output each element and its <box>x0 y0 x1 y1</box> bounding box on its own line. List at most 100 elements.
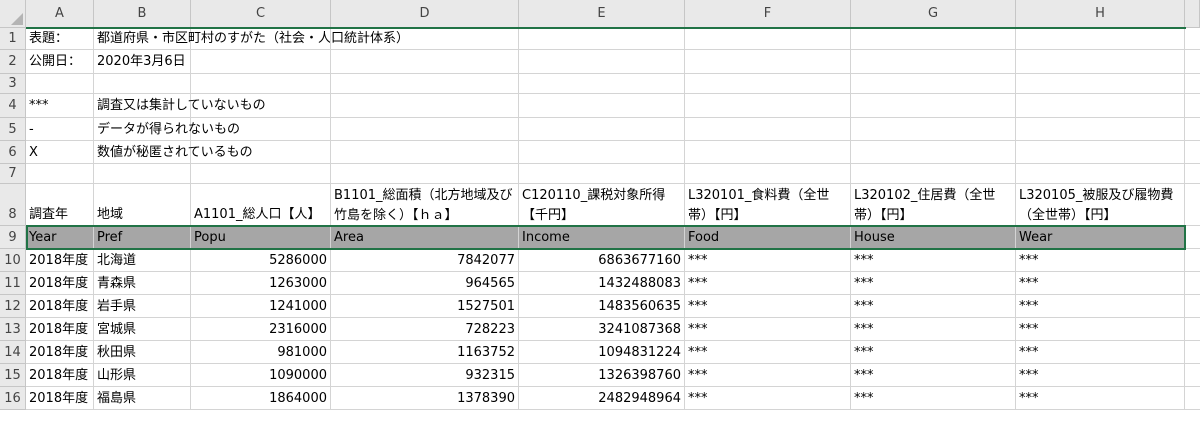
row-header-15[interactable]: 15 <box>0 364 26 387</box>
column-header-e[interactable]: E <box>519 0 685 28</box>
cell-i7[interactable] <box>1185 164 1200 184</box>
cell-b15[interactable]: 山形県 <box>94 364 191 387</box>
cell-h13[interactable]: *** <box>1016 318 1185 341</box>
cell-c10[interactable]: 5286000 <box>191 249 331 272</box>
cell-d3[interactable] <box>331 74 519 94</box>
cell-f2[interactable] <box>685 50 851 74</box>
column-header-i[interactable] <box>1185 0 1200 28</box>
cell-g9[interactable]: House <box>851 226 1016 249</box>
select-all-corner[interactable] <box>0 0 26 28</box>
cell-b16[interactable]: 福島県 <box>94 387 191 410</box>
cell-e11[interactable]: 1432488083 <box>519 272 685 295</box>
cell-a1[interactable]: 表題： <box>26 28 94 50</box>
cell-f13[interactable]: *** <box>685 318 851 341</box>
cell-h4[interactable] <box>1016 94 1185 118</box>
cell-c4[interactable] <box>191 94 331 118</box>
cell-f1[interactable] <box>685 28 851 50</box>
cell-f8[interactable]: L320101_食料費（全世帯）【円】 <box>685 184 851 226</box>
cell-d15[interactable]: 932315 <box>331 364 519 387</box>
cell-i11[interactable] <box>1185 272 1200 295</box>
cell-d14[interactable]: 1163752 <box>331 341 519 364</box>
cell-b7[interactable] <box>94 164 191 184</box>
cell-e3[interactable] <box>519 74 685 94</box>
cell-f11[interactable]: *** <box>685 272 851 295</box>
cell-e1[interactable] <box>519 28 685 50</box>
cell-a16[interactable]: 2018年度 <box>26 387 94 410</box>
row-header-11[interactable]: 11 <box>0 272 26 295</box>
cell-g12[interactable]: *** <box>851 295 1016 318</box>
row-header-8[interactable]: 8 <box>0 184 26 226</box>
cell-f15[interactable]: *** <box>685 364 851 387</box>
cell-h1[interactable] <box>1016 28 1185 50</box>
cell-h9[interactable]: Wear <box>1016 226 1185 249</box>
cell-c14[interactable]: 981000 <box>191 341 331 364</box>
cell-d13[interactable]: 728223 <box>331 318 519 341</box>
cell-c11[interactable]: 1263000 <box>191 272 331 295</box>
cell-h10[interactable]: *** <box>1016 249 1185 272</box>
cell-g2[interactable] <box>851 50 1016 74</box>
cell-f3[interactable] <box>685 74 851 94</box>
row-header-5[interactable]: 5 <box>0 118 26 141</box>
cell-c6[interactable] <box>191 141 331 164</box>
cell-b6[interactable]: 数値が秘匿されているもの <box>94 141 253 164</box>
cell-h2[interactable] <box>1016 50 1185 74</box>
cell-i12[interactable] <box>1185 295 1200 318</box>
cell-a6[interactable]: X <box>26 141 94 164</box>
cell-h12[interactable]: *** <box>1016 295 1185 318</box>
cell-g13[interactable]: *** <box>851 318 1016 341</box>
cell-a5[interactable]: - <box>26 118 94 141</box>
cell-c12[interactable]: 1241000 <box>191 295 331 318</box>
cell-f12[interactable]: *** <box>685 295 851 318</box>
cell-c16[interactable]: 1864000 <box>191 387 331 410</box>
cell-a4[interactable]: *** <box>26 94 94 118</box>
cell-i13[interactable] <box>1185 318 1200 341</box>
cell-a9[interactable]: Year <box>26 226 94 249</box>
column-header-f[interactable]: F <box>685 0 851 28</box>
cell-d1[interactable] <box>331 28 519 50</box>
cell-i14[interactable] <box>1185 341 1200 364</box>
row-header-14[interactable]: 14 <box>0 341 26 364</box>
cell-i16[interactable] <box>1185 387 1200 410</box>
cell-b11[interactable]: 青森県 <box>94 272 191 295</box>
cell-f5[interactable] <box>685 118 851 141</box>
cell-a3[interactable] <box>26 74 94 94</box>
cell-i9[interactable] <box>1185 226 1200 249</box>
cell-e5[interactable] <box>519 118 685 141</box>
cell-d16[interactable]: 1378390 <box>331 387 519 410</box>
cell-h7[interactable] <box>1016 164 1185 184</box>
row-header-13[interactable]: 13 <box>0 318 26 341</box>
column-header-b[interactable]: B <box>94 0 191 28</box>
cell-c15[interactable]: 1090000 <box>191 364 331 387</box>
cell-g8[interactable]: L320102_住居費（全世帯）【円】 <box>851 184 1016 226</box>
cell-d10[interactable]: 7842077 <box>331 249 519 272</box>
cell-b10[interactable]: 北海道 <box>94 249 191 272</box>
cell-e4[interactable] <box>519 94 685 118</box>
cell-i6[interactable] <box>1185 141 1200 164</box>
cell-i2[interactable] <box>1185 50 1200 74</box>
cell-b5[interactable]: データが得られないもの <box>94 118 240 141</box>
cell-i3[interactable] <box>1185 74 1200 94</box>
cell-b9[interactable]: Pref <box>94 226 191 249</box>
cell-d8[interactable]: B1101_総面積（北方地域及び竹島を除く）【ｈａ】 <box>331 184 519 226</box>
cell-d6[interactable] <box>331 141 519 164</box>
cell-c2[interactable] <box>191 50 331 74</box>
cell-a14[interactable]: 2018年度 <box>26 341 94 364</box>
cell-i8[interactable] <box>1185 184 1200 226</box>
cell-d7[interactable] <box>331 164 519 184</box>
cell-f16[interactable]: *** <box>685 387 851 410</box>
row-header-4[interactable]: 4 <box>0 94 26 118</box>
cell-g7[interactable] <box>851 164 1016 184</box>
cell-h15[interactable]: *** <box>1016 364 1185 387</box>
cell-a7[interactable] <box>26 164 94 184</box>
cell-g5[interactable] <box>851 118 1016 141</box>
cell-i10[interactable] <box>1185 249 1200 272</box>
row-header-7[interactable]: 7 <box>0 164 26 184</box>
cell-b8[interactable]: 地域 <box>94 184 191 226</box>
row-header-2[interactable]: 2 <box>0 50 26 74</box>
cell-e12[interactable]: 1483560635 <box>519 295 685 318</box>
column-header-g[interactable]: G <box>851 0 1016 28</box>
cell-h14[interactable]: *** <box>1016 341 1185 364</box>
cell-i5[interactable] <box>1185 118 1200 141</box>
cell-b1[interactable]: 都道府県・市区町村のすがた（社会・人口統計体系） <box>94 28 409 50</box>
cell-h8[interactable]: L320105_被服及び履物費（全世帯）【円】 <box>1016 184 1185 226</box>
